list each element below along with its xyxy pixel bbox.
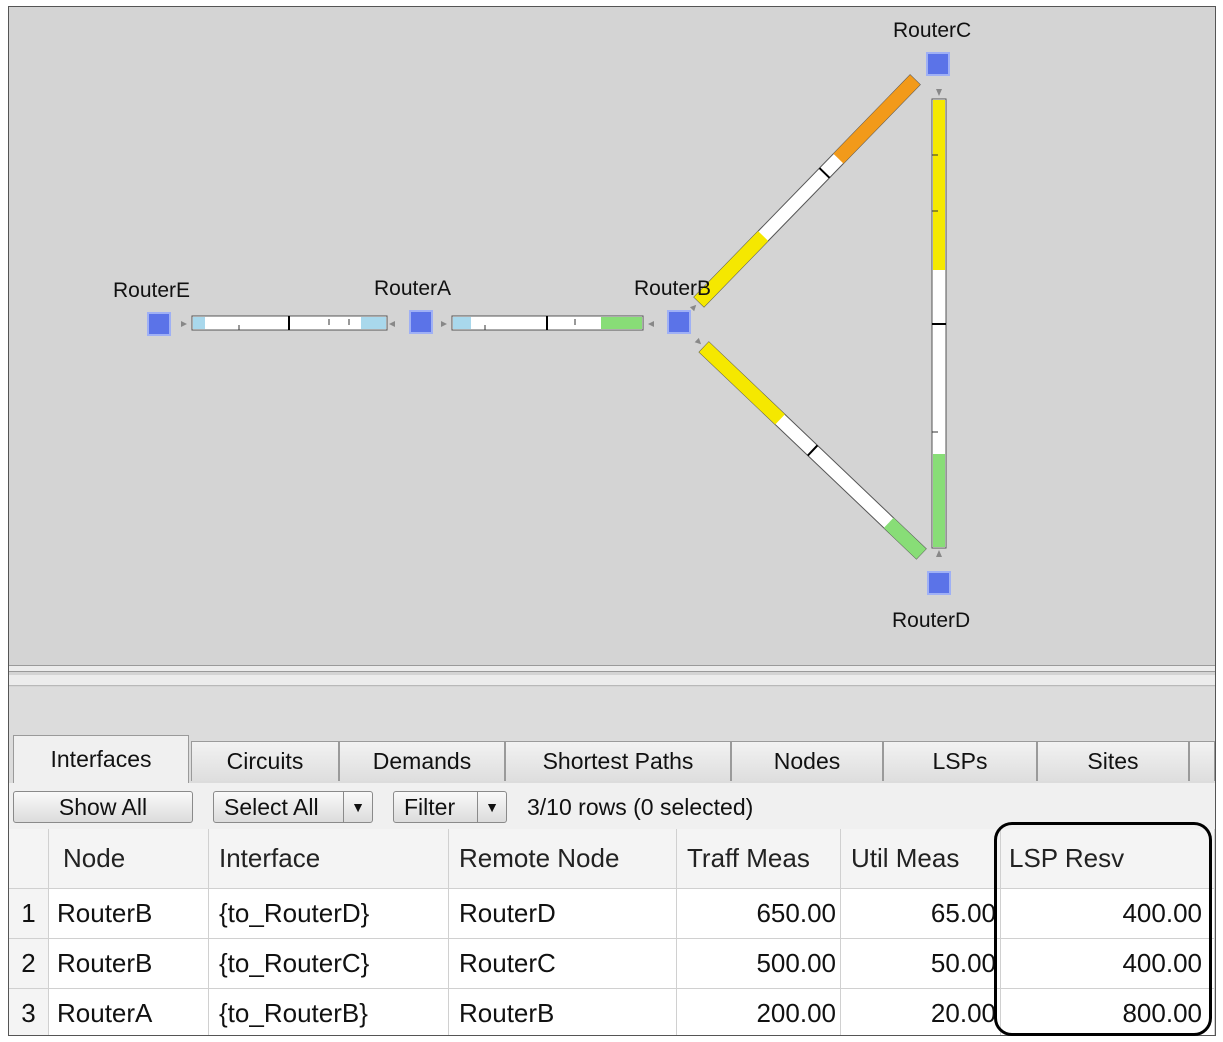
- tab-bar: Interfaces Circuits Demands Shortest Pat…: [9, 735, 1215, 783]
- table-cell-util-meas[interactable]: 65.00: [841, 889, 1001, 939]
- filter-label: Filter: [404, 793, 456, 820]
- splitter-bar[interactable]: [9, 665, 1215, 672]
- column-header-remote-node[interactable]: Remote Node: [449, 829, 677, 889]
- select-all-dropdown[interactable]: Select All ▼: [213, 791, 373, 823]
- select-all-label: Select All: [224, 793, 319, 820]
- tab-shortest-paths[interactable]: Shortest Paths: [505, 741, 731, 781]
- column-header-traff-meas[interactable]: Traff Meas: [677, 829, 841, 889]
- table-cell-util-meas[interactable]: 20.00: [841, 989, 1001, 1035]
- table-cell-lsp-resv[interactable]: 400.00: [1001, 939, 1215, 989]
- tab-circuits[interactable]: Circuits: [191, 741, 339, 781]
- tab-overflow[interactable]: [1189, 741, 1215, 781]
- table-cell-interface[interactable]: {to_RouterB}: [209, 989, 449, 1035]
- chevron-down-icon[interactable]: ▼: [343, 792, 372, 822]
- node-routerC[interactable]: [926, 52, 950, 76]
- column-header-index[interactable]: [9, 829, 49, 889]
- column-header-util-meas[interactable]: Util Meas: [841, 829, 1001, 889]
- node-label-routerD: RouterD: [892, 609, 970, 632]
- table-cell-lsp-resv[interactable]: 400.00: [1001, 889, 1215, 939]
- table-cell-remote-node[interactable]: RouterB: [449, 989, 677, 1035]
- network-map[interactable]: RouterE RouterA RouterB RouterC RouterD: [9, 7, 1215, 665]
- interfaces-table: Node Interface Remote Node Traff Meas Ut…: [9, 829, 1215, 1035]
- link-routerB-routerD[interactable]: [692, 335, 927, 560]
- table-cell-interface[interactable]: {to_RouterD}: [209, 889, 449, 939]
- link-routerE-routerA[interactable]: [181, 315, 395, 331]
- chevron-down-icon[interactable]: ▼: [477, 792, 506, 822]
- table-cell-interface[interactable]: {to_RouterC}: [209, 939, 449, 989]
- table-toolbar: Show All Select All ▼ Filter ▼ 3/10 rows…: [9, 783, 1215, 829]
- show-all-button[interactable]: Show All: [13, 791, 193, 823]
- node-routerA[interactable]: [409, 310, 433, 334]
- table-cell-remote-node[interactable]: RouterD: [449, 889, 677, 939]
- node-label-routerC: RouterC: [893, 19, 971, 42]
- table-cell-util-meas[interactable]: 50.00: [841, 939, 1001, 989]
- node-routerB[interactable]: [667, 310, 691, 334]
- link-routerB-routerC[interactable]: [687, 74, 921, 314]
- node-label-routerB: RouterB: [634, 277, 711, 300]
- tab-nodes[interactable]: Nodes: [731, 741, 883, 781]
- node-label-routerA: RouterA: [374, 277, 451, 300]
- table-cell-remote-node[interactable]: RouterC: [449, 939, 677, 989]
- table-cell-lsp-resv[interactable]: 800.00: [1001, 989, 1215, 1035]
- table-cell-traff-meas[interactable]: 650.00: [677, 889, 841, 939]
- splitter-handle[interactable]: [9, 675, 1215, 686]
- table-cell-traff-meas[interactable]: 200.00: [677, 989, 841, 1035]
- filter-dropdown[interactable]: Filter ▼: [393, 791, 507, 823]
- link-routerA-routerB[interactable]: [441, 315, 654, 331]
- row-index: 1: [9, 889, 49, 939]
- network-map-canvas[interactable]: RouterE RouterA RouterB RouterC RouterD: [9, 7, 1215, 665]
- table-panel: Interfaces Circuits Demands Shortest Pat…: [9, 687, 1215, 1035]
- table-cell-traff-meas[interactable]: 500.00: [677, 939, 841, 989]
- node-routerD[interactable]: [927, 571, 951, 595]
- tab-sites[interactable]: Sites: [1037, 741, 1189, 781]
- row-count-status: 3/10 rows (0 selected): [527, 793, 754, 820]
- node-routerE[interactable]: [147, 312, 171, 336]
- tab-interfaces[interactable]: Interfaces: [13, 735, 189, 783]
- table-cell-node[interactable]: RouterB: [49, 889, 209, 939]
- tab-lsps[interactable]: LSPs: [883, 741, 1037, 781]
- link-routerC-routerD[interactable]: [931, 89, 947, 557]
- tab-demands[interactable]: Demands: [339, 741, 505, 781]
- node-label-routerE: RouterE: [113, 279, 190, 302]
- column-header-interface[interactable]: Interface: [209, 829, 449, 889]
- show-all-label: Show All: [58, 793, 148, 820]
- application-window: RouterE RouterA RouterB RouterC RouterD …: [8, 6, 1216, 1036]
- row-index: 2: [9, 939, 49, 989]
- row-index: 3: [9, 989, 49, 1035]
- table-cell-node[interactable]: RouterB: [49, 939, 209, 989]
- table-cell-node[interactable]: RouterA: [49, 989, 209, 1035]
- column-header-node[interactable]: Node: [49, 829, 209, 889]
- column-header-lsp-resv[interactable]: LSP Resv: [1001, 829, 1215, 889]
